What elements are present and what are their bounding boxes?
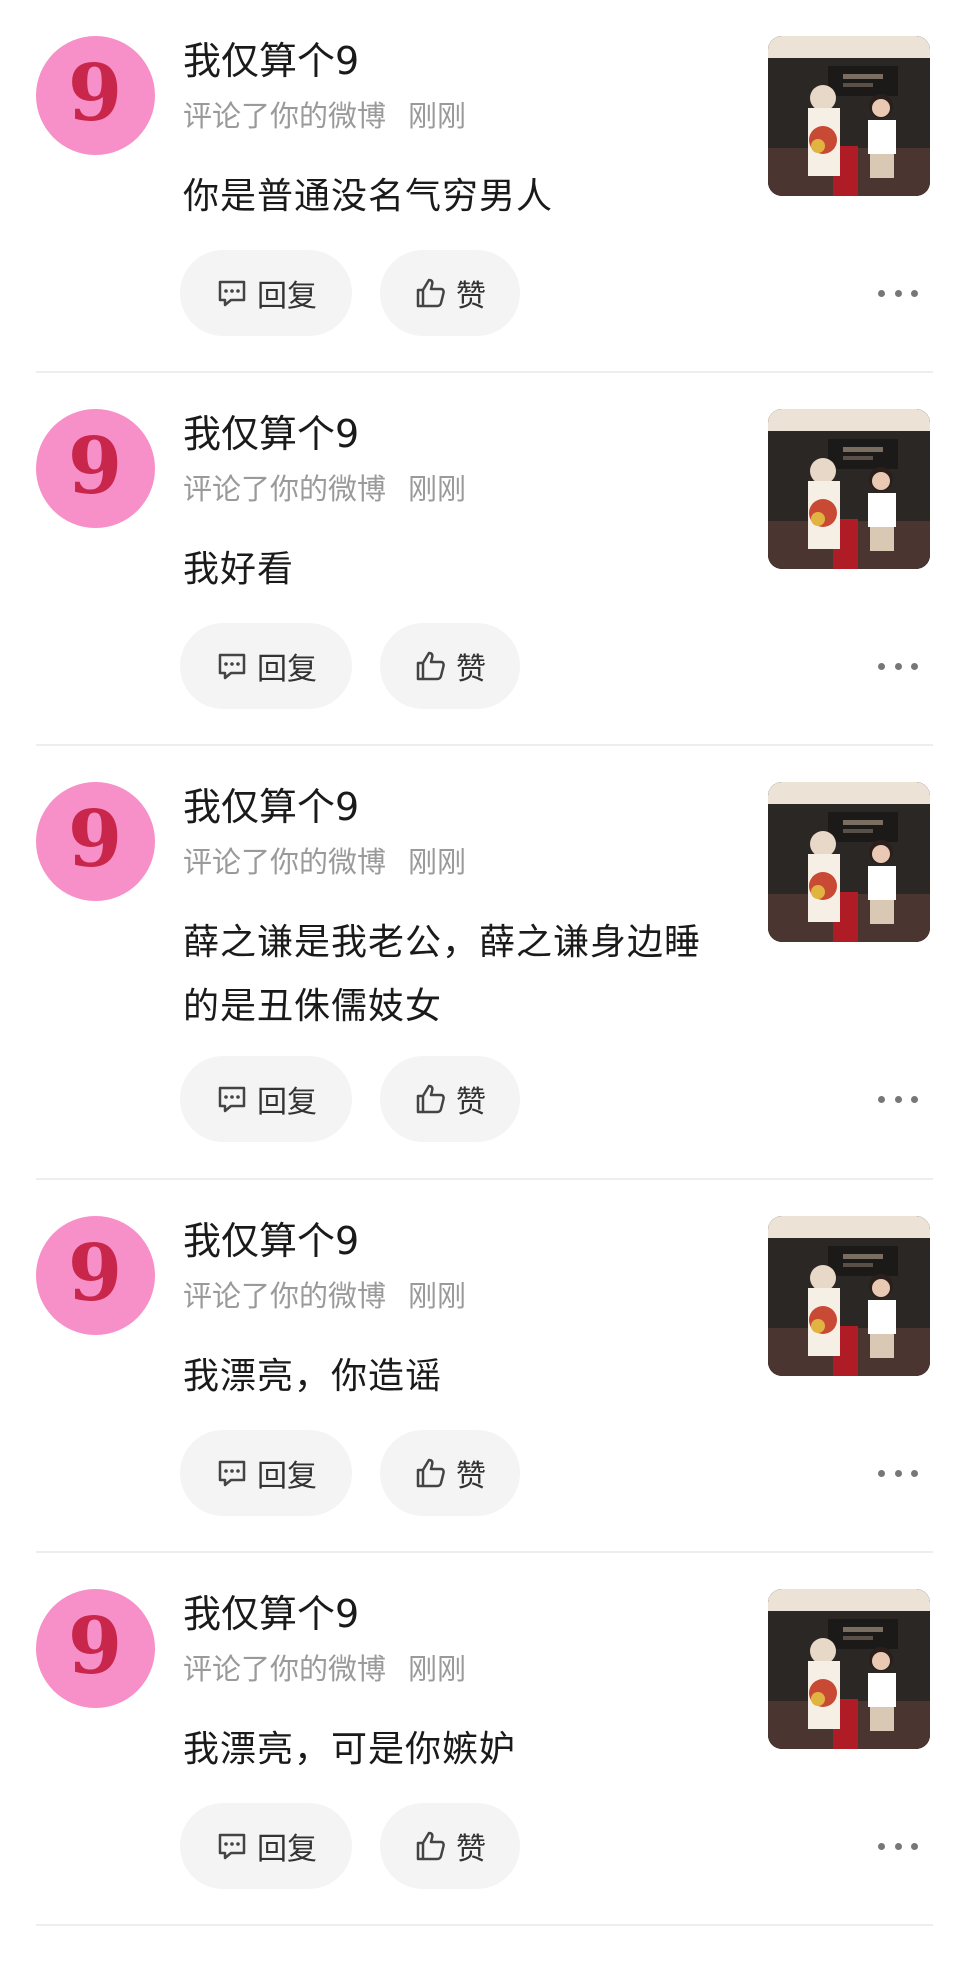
action-text: 评论了你的微博 [183, 1279, 387, 1313]
comment-item: 9 我仅算个9 评论了你的微博 刚刚 我好看 回复 赞 [0, 373, 969, 746]
comment-meta: 评论了你的微博 刚刚 [183, 98, 466, 134]
reply-label: 回复 [257, 1832, 317, 1867]
comment-item: 9 我仅算个9 评论了你的微博 刚刚 我漂亮，你造谣 回复 赞 [0, 1180, 969, 1553]
avatar[interactable]: 9 [36, 36, 155, 155]
comment-text: 你是普通没名气穷男人 [183, 176, 554, 217]
like-button[interactable]: 赞 [380, 623, 520, 709]
post-thumbnail[interactable] [768, 1589, 930, 1749]
ellipsis-icon [878, 662, 885, 670]
more-options-button[interactable] [878, 1079, 918, 1119]
ellipsis-icon [878, 1842, 885, 1850]
comment-bubble-icon [218, 280, 246, 307]
action-text: 评论了你的微博 [183, 472, 387, 506]
post-thumbnail[interactable] [768, 409, 930, 569]
user-name[interactable]: 我仅算个9 [183, 1591, 359, 1637]
thumbs-up-icon [416, 1831, 445, 1861]
like-button[interactable]: 赞 [380, 1430, 520, 1516]
avatar-digit: 9 [68, 1228, 122, 1319]
like-button[interactable]: 赞 [380, 1803, 520, 1889]
more-options-button[interactable] [878, 646, 918, 686]
avatar[interactable]: 9 [36, 1589, 155, 1708]
reply-label: 回复 [257, 279, 317, 314]
user-name[interactable]: 我仅算个9 [183, 411, 359, 457]
action-bar: 回复 赞 [180, 1056, 548, 1142]
thumbs-up-icon [416, 1458, 445, 1488]
comment-bubble-icon [218, 1086, 246, 1113]
thumbs-up-icon [416, 651, 445, 681]
comment-text: 我漂亮，可是你嫉妒 [183, 1729, 517, 1770]
action-bar: 回复 赞 [180, 623, 548, 709]
comment-bubble-icon [218, 653, 246, 680]
like-button[interactable]: 赞 [380, 250, 520, 336]
like-button[interactable]: 赞 [380, 1056, 520, 1142]
avatar-digit: 9 [68, 48, 122, 139]
thumbs-up-icon [416, 278, 445, 308]
comment-item: 9 我仅算个9 评论了你的微博 刚刚 我漂亮，可是你嫉妒 回复 赞 [0, 1553, 969, 1926]
ellipsis-icon [878, 289, 885, 297]
like-label: 赞 [456, 1085, 486, 1120]
timestamp: 刚刚 [408, 1279, 467, 1313]
action-text: 评论了你的微博 [183, 99, 387, 133]
comment-text: 我好看 [183, 549, 295, 590]
avatar-digit: 9 [68, 794, 122, 885]
user-name[interactable]: 我仅算个9 [183, 1218, 359, 1264]
avatar[interactable]: 9 [36, 1216, 155, 1335]
timestamp: 刚刚 [408, 845, 467, 879]
more-options-button[interactable] [878, 273, 918, 313]
comment-meta: 评论了你的微博 刚刚 [183, 471, 466, 507]
comment-meta: 评论了你的微博 刚刚 [183, 844, 466, 880]
user-name[interactable]: 我仅算个9 [183, 784, 359, 830]
avatar-digit: 9 [68, 421, 122, 512]
comment-bubble-icon [218, 1833, 246, 1860]
avatar[interactable]: 9 [36, 409, 155, 528]
reply-label: 回复 [257, 1085, 317, 1120]
thumbs-up-icon [416, 1084, 445, 1114]
reply-button[interactable]: 回复 [180, 1430, 352, 1516]
action-bar: 回复 赞 [180, 250, 548, 336]
action-bar: 回复 赞 [180, 1803, 548, 1889]
post-thumbnail[interactable] [768, 1216, 930, 1376]
comment-item: 9 我仅算个9 评论了你的微博 刚刚 你是普通没名气穷男人 回复 赞 [0, 0, 969, 373]
comment-meta: 评论了你的微博 刚刚 [183, 1278, 466, 1314]
comment-item: 9 我仅算个9 评论了你的微博 刚刚 薛之谦是我老公，薛之谦身边睡的是丑侏儒妓女 … [0, 746, 969, 1180]
timestamp: 刚刚 [408, 1652, 467, 1686]
like-label: 赞 [456, 1832, 486, 1867]
more-options-button[interactable] [878, 1826, 918, 1866]
like-label: 赞 [456, 652, 486, 687]
action-text: 评论了你的微博 [183, 1652, 387, 1686]
reply-button[interactable]: 回复 [180, 250, 352, 336]
reply-button[interactable]: 回复 [180, 623, 352, 709]
timestamp: 刚刚 [408, 99, 467, 133]
comment-meta: 评论了你的微博 刚刚 [183, 1651, 466, 1687]
comment-bubble-icon [218, 1460, 246, 1487]
post-thumbnail[interactable] [768, 782, 930, 942]
action-text: 评论了你的微博 [183, 845, 387, 879]
comment-list: 9 我仅算个9 评论了你的微博 刚刚 你是普通没名气穷男人 回复 赞 9 我仅算个… [0, 0, 969, 1926]
action-bar: 回复 赞 [180, 1430, 548, 1516]
like-label: 赞 [456, 279, 486, 314]
reply-button[interactable]: 回复 [180, 1803, 352, 1889]
comment-text: 薛之谦是我老公，薛之谦身边睡的是丑侏儒妓女 [183, 922, 702, 1027]
like-label: 赞 [456, 1459, 486, 1494]
timestamp: 刚刚 [408, 472, 467, 506]
avatar-digit: 9 [68, 1601, 122, 1692]
comment-text: 我漂亮，你造谣 [183, 1356, 443, 1397]
user-name[interactable]: 我仅算个9 [183, 38, 359, 84]
reply-button[interactable]: 回复 [180, 1056, 352, 1142]
ellipsis-icon [878, 1469, 885, 1477]
reply-label: 回复 [257, 652, 317, 687]
ellipsis-icon [878, 1095, 885, 1103]
avatar[interactable]: 9 [36, 782, 155, 901]
divider [36, 1924, 933, 1926]
post-thumbnail[interactable] [768, 36, 930, 196]
more-options-button[interactable] [878, 1453, 918, 1493]
reply-label: 回复 [257, 1459, 317, 1494]
